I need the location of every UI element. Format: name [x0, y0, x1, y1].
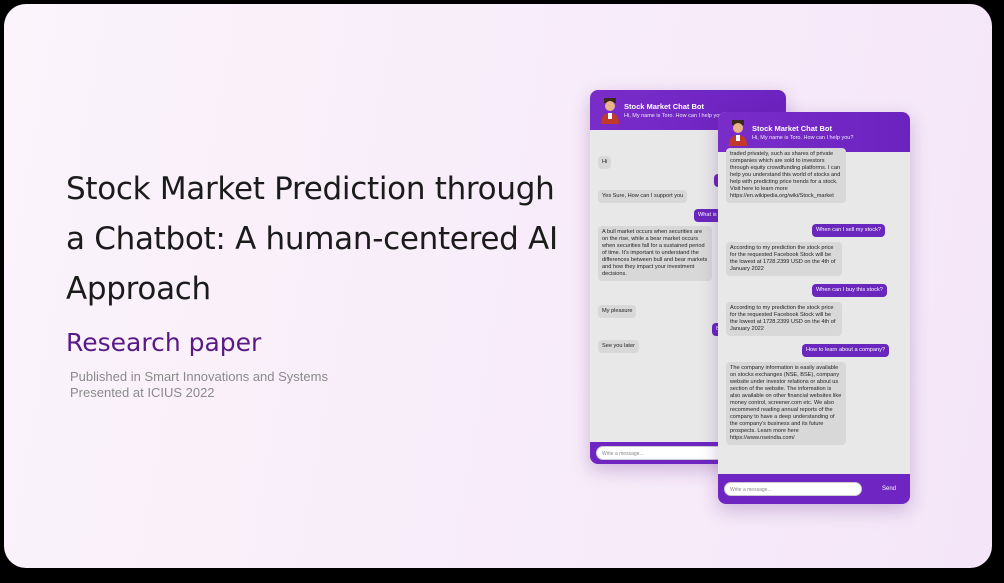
bot-greeting: Hi, My name is Toro. How can I help you?: [624, 112, 726, 119]
bot-avatar-icon: [601, 98, 619, 124]
message-bubble: My pleasure: [598, 305, 637, 318]
send-button[interactable]: Send: [882, 486, 896, 492]
hero-card: Stock Market Prediction through a Chatbo…: [4, 4, 992, 568]
message-bubble: Hi: [598, 156, 612, 169]
message-input[interactable]: Write a message...: [724, 482, 862, 496]
message-bubble: According to my prediction the stock pri…: [726, 242, 842, 276]
message-bubble: See you later: [598, 340, 639, 353]
meta-presented: Presented at ICIUS 2022: [70, 385, 215, 400]
message-bubble: When can I buy this stock?: [812, 284, 887, 297]
page-subtitle: Research paper: [66, 328, 262, 357]
message-bubble: When can I sell my stock?: [812, 224, 885, 237]
bot-name: Stock Market Chat Bot: [752, 123, 833, 133]
message-bubble: traded privately, such as shares of priv…: [726, 148, 846, 203]
input-bar: Write a message... Send: [718, 474, 910, 504]
message-bubble: According to my prediction the stock pri…: [726, 302, 842, 336]
message-bubble: The company information is easily availa…: [726, 362, 846, 445]
message-bubble: How to learn about a company?: [802, 344, 889, 357]
meta-published: Published in Smart Innovations and Syste…: [70, 369, 328, 384]
message-bubble: A bull market occurs when securities are…: [598, 226, 712, 281]
bot-name: Stock Market Chat Bot: [624, 101, 705, 111]
publication-meta: Published in Smart Innovations and Syste…: [70, 369, 328, 401]
message-bubble: Yes Sure, How can I support you: [598, 190, 688, 203]
bot-greeting: Hi, My name is Toro. How can I help you?: [752, 134, 854, 141]
chat-window-front: Stock Market Chat Bot Hi, My name is Tor…: [718, 112, 910, 504]
chat-header: Stock Market Chat Bot Hi, My name is Tor…: [718, 112, 910, 152]
message-list: traded privately, such as shares of priv…: [718, 148, 910, 445]
page-title: Stock Market Prediction through a Chatbo…: [66, 171, 558, 307]
bot-avatar-icon: [729, 120, 747, 146]
